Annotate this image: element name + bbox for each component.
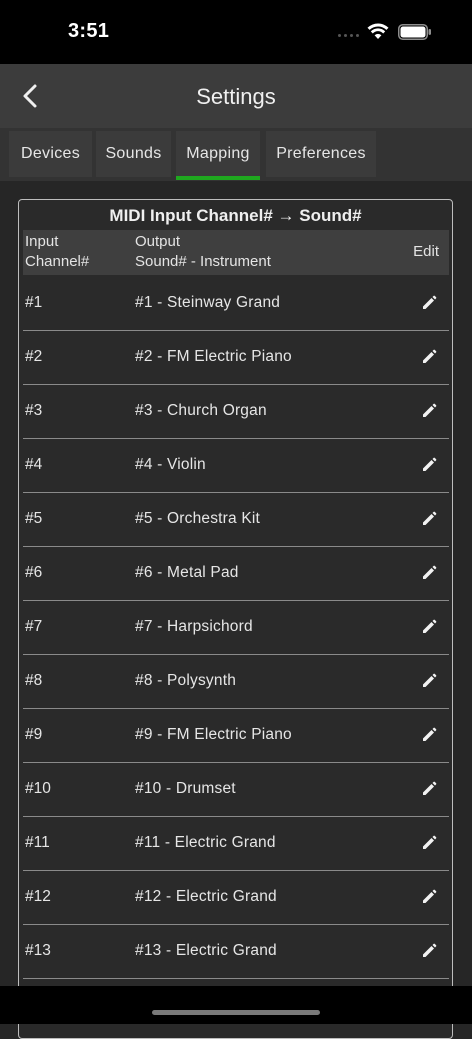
input-channel-cell: #10	[25, 780, 51, 797]
input-channel-cell: #5	[25, 510, 43, 527]
wifi-icon	[367, 23, 389, 39]
output-sound-cell: #9 - FM Electric Piano	[135, 726, 292, 743]
input-channel-cell: #1	[25, 294, 43, 311]
mapping-table: MIDI Input Channel# → Sound# Input Chann…	[18, 199, 453, 1039]
output-sound-cell: #10 - Drumset	[135, 780, 236, 797]
input-channel-cell: #8	[25, 672, 43, 689]
tab-preferences[interactable]: Preferences	[266, 131, 376, 177]
tab-bar: Devices Sounds Mapping Preferences	[0, 128, 472, 181]
tab-sounds[interactable]: Sounds	[96, 131, 171, 177]
output-sound-cell: #2 - FM Electric Piano	[135, 348, 292, 365]
edit-pencil-icon[interactable]	[421, 295, 437, 311]
table-row: #10 #10 - Drumset	[23, 762, 449, 817]
input-channel-cell: #6	[25, 564, 43, 581]
table-row: #7 #7 - Harpsichord	[23, 600, 449, 655]
edit-pencil-icon[interactable]	[421, 673, 437, 689]
page-title: Settings	[196, 84, 276, 109]
input-channel-cell: #7	[25, 618, 43, 635]
input-channel-cell: #2	[25, 348, 43, 365]
edit-pencil-icon[interactable]	[421, 511, 437, 527]
table-row: #6 #6 - Metal Pad	[23, 546, 449, 601]
edit-pencil-icon[interactable]	[421, 943, 437, 959]
tab-mapping[interactable]: Mapping	[176, 131, 260, 180]
table-row: #13 #13 - Electric Grand	[23, 924, 449, 979]
edit-pencil-icon[interactable]	[421, 781, 437, 797]
table-row: #1 #1 - Steinway Grand	[23, 276, 449, 331]
output-sound-cell: #8 - Polysynth	[135, 672, 237, 689]
table-row: #12 #12 - Electric Grand	[23, 870, 449, 925]
table-row: #4 #4 - Violin	[23, 438, 449, 493]
tab-devices[interactable]: Devices	[9, 131, 92, 177]
cellular-signal-icon	[338, 34, 359, 37]
home-indicator-area	[0, 986, 472, 1024]
table-row: #9 #9 - FM Electric Piano	[23, 708, 449, 763]
edit-pencil-icon[interactable]	[421, 619, 437, 635]
input-channel-cell: #4	[25, 456, 43, 473]
input-channel-cell: #9	[25, 726, 43, 743]
input-channel-cell: #11	[25, 834, 50, 851]
table-row: #2 #2 - FM Electric Piano	[23, 330, 449, 385]
navigation-bar: Settings	[0, 64, 472, 129]
edit-pencil-icon[interactable]	[421, 457, 437, 473]
output-sound-cell: #11 - Electric Grand	[135, 834, 276, 851]
table-row: #8 #8 - Polysynth	[23, 654, 449, 709]
edit-pencil-icon[interactable]	[421, 835, 437, 851]
output-sound-cell: #5 - Orchestra Kit	[135, 510, 261, 527]
input-channel-cell: #12	[25, 888, 51, 905]
status-bar: 3:51	[0, 0, 472, 64]
edit-pencil-icon[interactable]	[421, 349, 437, 365]
edit-header: Edit	[413, 243, 439, 260]
output-sound-cell: #7 - Harpsichord	[135, 618, 253, 635]
table-row: #3 #3 - Church Organ	[23, 384, 449, 439]
edit-pencil-icon[interactable]	[421, 889, 437, 905]
edit-pencil-icon[interactable]	[421, 565, 437, 581]
output-sound-cell: #6 - Metal Pad	[135, 564, 239, 581]
battery-icon	[398, 24, 431, 40]
edit-pencil-icon[interactable]	[421, 403, 437, 419]
home-indicator[interactable]	[152, 1010, 320, 1015]
output-sound-cell: #13 - Electric Grand	[135, 942, 277, 959]
output-sound-header: Output Sound# - Instrument	[135, 233, 271, 270]
output-sound-cell: #1 - Steinway Grand	[135, 294, 281, 311]
output-sound-cell: #4 - Violin	[135, 456, 206, 473]
output-sound-cell: #12 - Electric Grand	[135, 888, 277, 905]
table-row: #11 #11 - Electric Grand	[23, 816, 449, 871]
table-row: #5 #5 - Orchestra Kit	[23, 492, 449, 547]
table-header: Input Channel# Output Sound# - Instrumen…	[23, 230, 449, 275]
input-channel-cell: #3	[25, 402, 43, 419]
input-channel-cell: #13	[25, 942, 51, 959]
mapping-title: MIDI Input Channel# → Sound#	[109, 206, 362, 225]
edit-pencil-icon[interactable]	[421, 727, 437, 743]
input-channel-header: Input Channel#	[25, 233, 90, 270]
output-sound-cell: #3 - Church Organ	[135, 402, 267, 419]
status-time: 3:51	[68, 20, 110, 42]
